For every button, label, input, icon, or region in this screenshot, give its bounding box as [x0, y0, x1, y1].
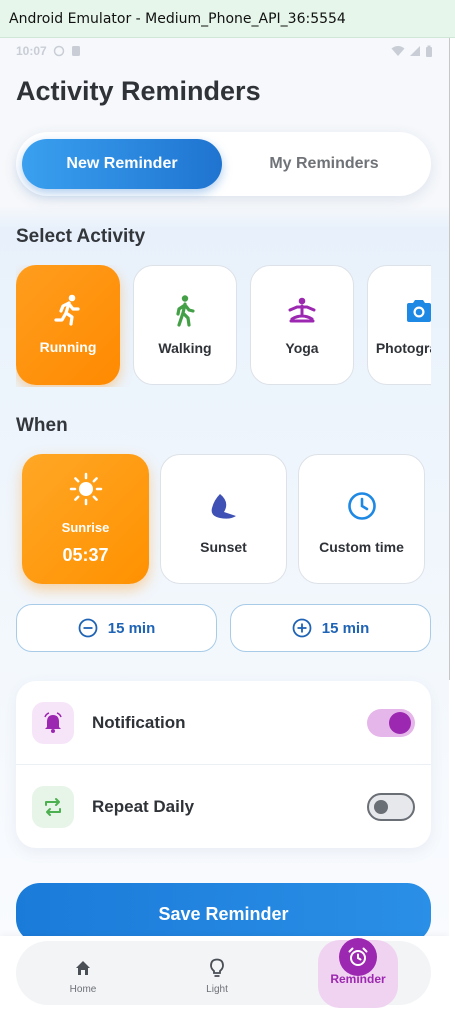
when-option-sunrise[interactable]: Sunrise 05:37: [22, 454, 149, 584]
lightbulb-icon: [209, 957, 225, 979]
offset-label: 15 min: [321, 619, 370, 637]
increase-offset-button[interactable]: 15 min: [230, 604, 431, 652]
activity-card-yoga[interactable]: Yoga: [250, 265, 354, 385]
activity-card-running[interactable]: Running: [16, 265, 120, 385]
status-bar: 10:07: [0, 38, 449, 64]
nav-label: Light: [206, 984, 228, 995]
when-heading: When: [16, 415, 68, 436]
when-label: Sunset: [200, 539, 247, 555]
bottom-nav: Home Light Reminder: [16, 938, 431, 1008]
alarm-clock-icon: [339, 938, 377, 976]
save-reminder-button[interactable]: Save Reminder: [16, 883, 431, 943]
notification-label: Notification: [92, 712, 186, 732]
notification-toggle[interactable]: [367, 708, 415, 737]
bottom-navigation-area: Home Light Reminder: [0, 936, 449, 1022]
when-label: Sunrise: [61, 520, 110, 535]
reminder-tabs: New Reminder My Reminders: [16, 132, 431, 196]
repeat-icon: [32, 785, 74, 828]
repeat-daily-label: Repeat Daily: [92, 796, 195, 816]
camera-icon: [402, 294, 431, 328]
minus-circle-icon: [78, 618, 98, 638]
repeat-daily-setting-row: Repeat Daily: [16, 765, 431, 848]
nav-label: Home: [69, 984, 97, 995]
offset-label: 15 min: [107, 619, 156, 637]
signal-icon: [410, 46, 420, 56]
repeat-daily-toggle[interactable]: [367, 792, 415, 821]
walking-icon: [168, 294, 202, 328]
nav-label: Reminder: [330, 972, 386, 986]
when-option-custom-time[interactable]: Custom time: [298, 454, 425, 584]
sunrise-time: 05:37: [62, 545, 109, 565]
battery-icon: [426, 45, 432, 57]
toggle-knob: [389, 711, 411, 734]
clock-icon: [345, 489, 379, 523]
home-icon: [74, 957, 92, 979]
tab-my-reminders[interactable]: My Reminders: [224, 139, 424, 189]
sim-status-icon: [71, 46, 80, 56]
activity-list[interactable]: Running Walking Yoga Photogr: [16, 265, 431, 387]
moon-icon: [207, 489, 241, 523]
activity-card-photography[interactable]: Photography: [367, 265, 431, 385]
tab-new-reminder[interactable]: New Reminder: [22, 139, 222, 189]
nav-item-home[interactable]: Home: [33, 941, 133, 1005]
reminder-settings-card: Notification Repeat Daily: [16, 681, 431, 848]
emulator-title-bar: Android Emulator - Medium_Phone_API_36:5…: [0, 0, 455, 38]
plus-circle-icon: [292, 618, 312, 638]
wifi-icon: [391, 46, 405, 56]
settings-status-icon: [53, 45, 64, 57]
notification-setting-row: Notification: [16, 681, 431, 764]
activity-card-walking[interactable]: Walking: [133, 265, 237, 385]
when-option-sunset[interactable]: Sunset: [160, 454, 287, 584]
sun-icon: [69, 472, 103, 506]
status-time: 10:07: [16, 44, 47, 58]
activity-label: Walking: [158, 340, 212, 356]
window-frame-edge: [449, 38, 450, 680]
when-label: Custom time: [319, 539, 404, 555]
phone-screen: 10:07 Activity Reminders New Reminder My…: [0, 38, 449, 1022]
select-activity-heading: Select Activity: [16, 226, 146, 247]
nav-item-light[interactable]: Light: [167, 941, 267, 1005]
running-icon: [51, 293, 85, 327]
emulator-title: Android Emulator - Medium_Phone_API_36:5…: [9, 10, 346, 27]
yoga-icon: [285, 294, 319, 328]
page-title: Activity Reminders: [16, 76, 261, 106]
activity-label: Yoga: [285, 340, 319, 356]
nav-item-reminder[interactable]: Reminder: [318, 938, 398, 1008]
activity-label: Running: [39, 339, 97, 355]
toggle-knob: [374, 799, 388, 814]
alarm-bell-icon: [32, 701, 74, 744]
activity-label: Photography: [375, 340, 431, 356]
decrease-offset-button[interactable]: 15 min: [16, 604, 217, 652]
